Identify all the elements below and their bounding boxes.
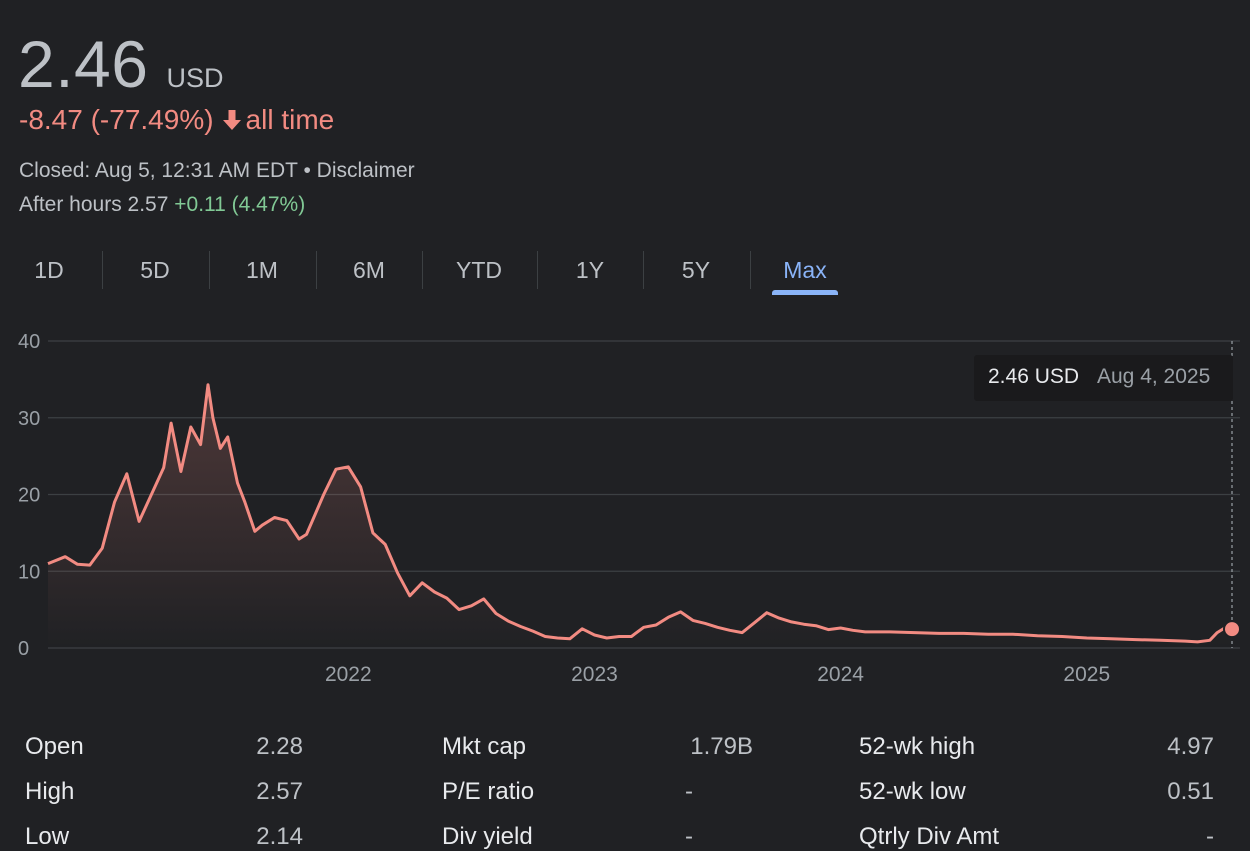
tab-1y[interactable]: 1Y (559, 246, 621, 294)
stat-mktcap-label: Mkt cap (442, 733, 527, 760)
tab-max[interactable]: Max (772, 246, 838, 294)
arrow-down-icon (222, 109, 242, 131)
tab-1m[interactable]: 1M (231, 246, 293, 294)
stat-qtrly-div-value: - (1206, 823, 1214, 850)
tooltip-date: Aug 4, 2025 (1097, 365, 1210, 388)
stat-pe-label: P/E ratio (442, 778, 535, 805)
stat-high-label: High (25, 778, 75, 805)
separator: • (303, 159, 311, 182)
x-tick-label: 2024 (817, 663, 864, 686)
tab-divider (209, 251, 210, 289)
closed-text: Closed: Aug 5, 12:31 AM EDT (19, 159, 298, 182)
tab-divider (316, 251, 317, 289)
after-hours: After hours 2.57 +0.11 (4.47%) (19, 193, 305, 217)
after-hours-change: +0.11 (4.47%) (174, 193, 306, 216)
active-tab-indicator (772, 290, 838, 295)
stat-52wk-low-label: 52-wk low (859, 778, 966, 805)
stat-low-label: Low (25, 823, 70, 850)
stat-pe-value: - (685, 778, 693, 805)
price-change: -8.47 (-77.49%) all time (19, 104, 334, 136)
stat-open-label: Open (25, 733, 84, 760)
x-tick-label: 2023 (571, 663, 618, 686)
y-tick-label: 20 (18, 485, 40, 507)
tab-1d[interactable]: 1D (18, 246, 80, 294)
y-tick-label: 40 (18, 331, 40, 353)
currency-label: USD (166, 63, 224, 93)
hover-point (1223, 620, 1241, 639)
disclaimer-link[interactable]: Disclaimer (317, 159, 415, 182)
tab-divider (422, 251, 423, 289)
tab-divider (102, 251, 103, 289)
change-value: -8.47 (-77.49%) (19, 104, 214, 135)
tooltip-price: 2.46 USD (988, 365, 1079, 388)
stat-qtrly-div-label: Qtrly Div Amt (859, 823, 1000, 850)
current-price: 2.46 (18, 27, 149, 101)
closed-status: Closed: Aug 5, 12:31 AM EDT • Disclaimer (19, 159, 415, 183)
y-tick-label: 30 (18, 408, 40, 430)
tab-divider (537, 251, 538, 289)
stat-52wk-high-value: 4.97 (1167, 733, 1214, 760)
tab-divider (750, 251, 751, 289)
after-hours-label: After hours 2.57 (19, 193, 169, 216)
y-tick-label: 0 (18, 638, 29, 660)
price-area (48, 384, 1232, 648)
tab-5y[interactable]: 5Y (665, 246, 727, 294)
stat-52wk-low-value: 0.51 (1167, 778, 1214, 805)
x-tick-label: 2025 (1063, 663, 1110, 686)
x-tick-label: 2022 (325, 663, 372, 686)
stat-high-value: 2.57 (256, 778, 303, 805)
price-row: 2.46 USD (18, 26, 223, 102)
tab-ytd[interactable]: YTD (444, 246, 514, 294)
x-axis-labels: 2022 2023 2024 2025 (325, 663, 1110, 686)
stat-low-value: 2.14 (256, 823, 303, 850)
stat-52wk-high-label: 52-wk high (859, 733, 976, 760)
y-axis-labels: 0 10 20 30 40 (18, 331, 40, 660)
y-tick-label: 10 (18, 561, 40, 583)
tab-divider (643, 251, 644, 289)
stat-mktcap-value: 1.79B (690, 733, 753, 760)
change-period: all time (245, 104, 335, 135)
tab-6m[interactable]: 6M (338, 246, 400, 294)
stat-open-value: 2.28 (256, 733, 303, 760)
stat-divyield-value: - (685, 823, 693, 850)
range-tabs: 1D 5D 1M 6M YTD 1Y 5Y Max (0, 246, 860, 300)
tab-5d[interactable]: 5D (124, 246, 186, 294)
price-chart[interactable]: 0 10 20 30 40 2022 2023 2024 2025 2.46 USD Aug … (0, 320, 1250, 700)
chart-tooltip: 2.46 USD Aug 4, 2025 (974, 355, 1233, 401)
stat-divyield-label: Div yield (442, 823, 533, 850)
